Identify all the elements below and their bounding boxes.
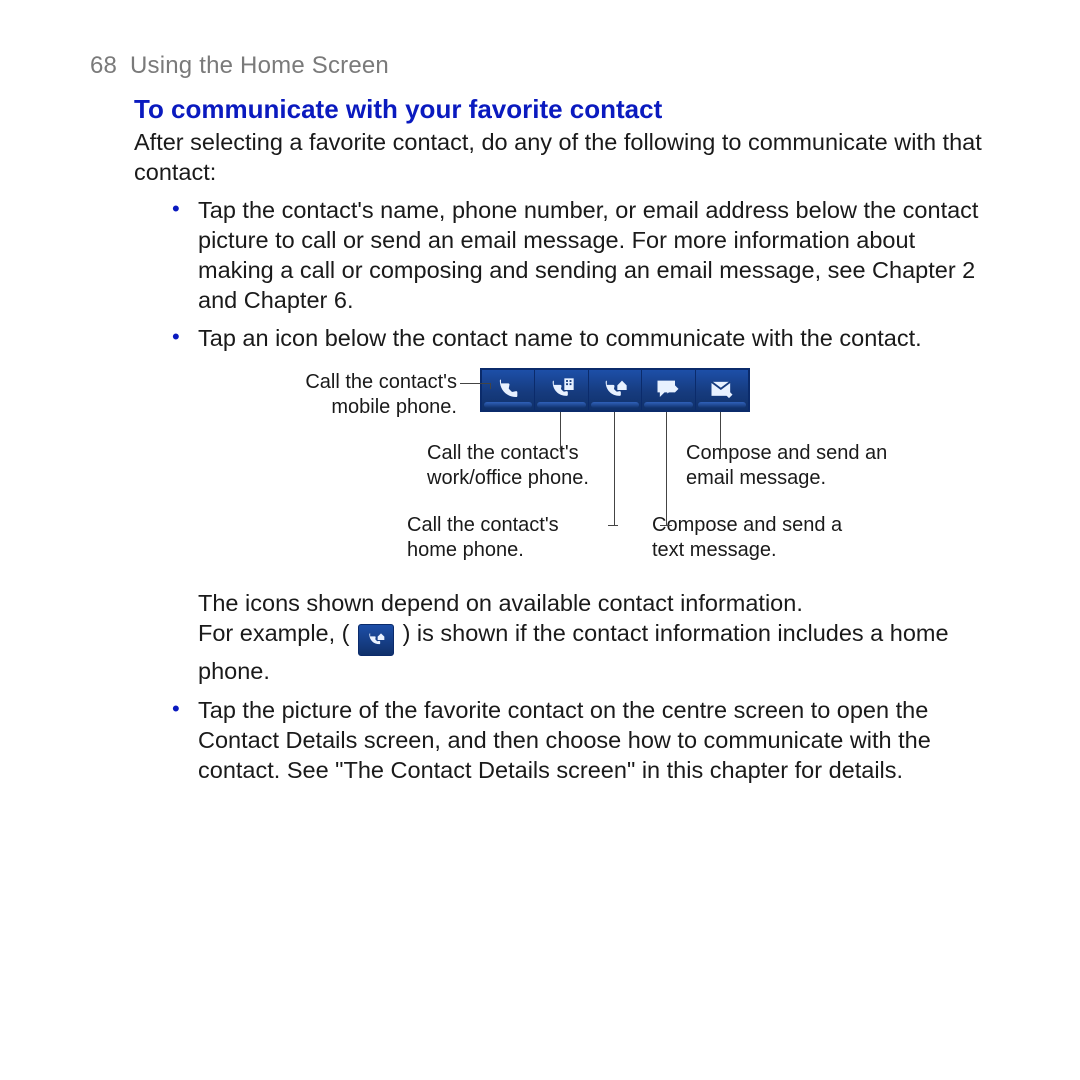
label-compose-text: Compose and send a text message.: [652, 513, 872, 563]
contact-icon-bar: [480, 368, 750, 412]
bullet-item-2: Tap an icon below the contact name to co…: [198, 323, 990, 686]
chapter-title: Using the Home Screen: [130, 52, 389, 79]
compose-text-icon: [642, 370, 694, 410]
label-call-mobile: Call the contact's mobile phone.: [272, 370, 457, 420]
leader-line: [660, 525, 672, 526]
call-work-icon: [535, 370, 587, 410]
leader-line: [490, 383, 491, 389]
page-number: 68: [90, 52, 117, 79]
leader-line: [614, 412, 615, 525]
home-phone-inline-icon: [358, 624, 394, 656]
icons-note: The icons shown depend on available cont…: [198, 588, 986, 687]
call-mobile-icon: [482, 370, 534, 410]
note-line-1: The icons shown depend on available cont…: [198, 590, 803, 616]
compose-email-icon: [696, 370, 748, 410]
bullet-item-1: Tap the contact's name, phone number, or…: [198, 195, 990, 315]
label-call-home: Call the contact's home phone.: [407, 513, 607, 563]
manual-page: 68 Using the Home Screen To communicate …: [0, 0, 1080, 1080]
section-heading: To communicate with your favorite contac…: [134, 94, 990, 125]
contact-icons-diagram: Call the contact's mobile phone. Call th…: [212, 368, 972, 578]
bullet-list: Tap the contact's name, phone number, or…: [90, 195, 990, 785]
page-header: 68 Using the Home Screen: [90, 52, 990, 80]
leader-line: [666, 412, 667, 525]
leader-line: [608, 525, 618, 526]
bullet-item-3: Tap the picture of the favorite contact …: [198, 695, 990, 785]
bullet-item-2-text: Tap an icon below the contact name to co…: [198, 325, 922, 351]
intro-text: After selecting a favorite contact, do a…: [134, 127, 986, 187]
leader-line: [560, 412, 561, 452]
label-call-work: Call the contact's work/office phone.: [427, 441, 627, 491]
call-home-icon: [589, 370, 641, 410]
label-compose-email: Compose and send an email message.: [686, 441, 906, 491]
leader-line: [460, 383, 490, 384]
leader-line: [720, 412, 721, 452]
note-pre: For example, (: [198, 620, 350, 646]
